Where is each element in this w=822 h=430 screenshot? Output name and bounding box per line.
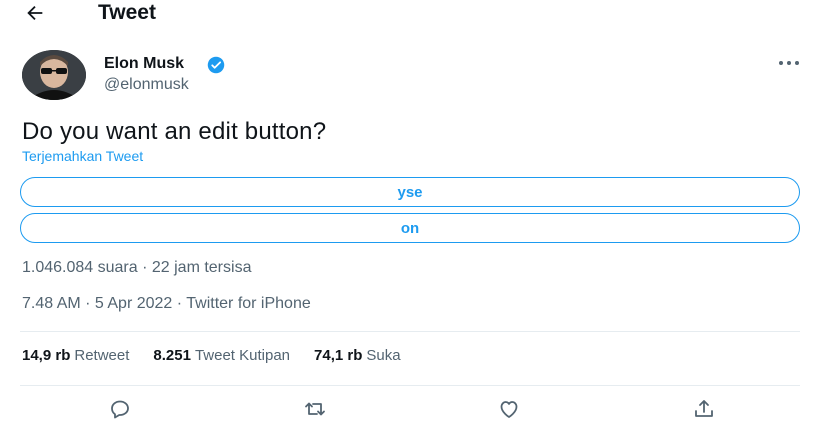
retweet-count[interactable]: 14,9 rb Retweet: [22, 347, 129, 364]
quote-tweet-count[interactable]: 8.251 Tweet Kutipan: [153, 347, 290, 364]
verified-badge-icon: [207, 56, 225, 74]
share-icon[interactable]: [691, 397, 717, 421]
poll-option-yse[interactable]: yse: [20, 177, 800, 207]
author-name[interactable]: Elon Musk: [104, 55, 184, 73]
author-handle[interactable]: @elonmusk: [104, 76, 189, 94]
poll-vote-count: 1.046.084 suara · 22 jam tersisa: [22, 259, 252, 276]
tweet-stats: 14,9 rb Retweet 8.251 Tweet Kutipan 74,1 r…: [22, 347, 401, 364]
divider: [20, 385, 800, 386]
tweet-text: Do you want an edit button?: [22, 118, 327, 145]
like-count[interactable]: 74,1 rb Suka: [314, 347, 401, 364]
header: Tweet: [0, 0, 822, 30]
more-options-icon[interactable]: [776, 56, 802, 70]
back-arrow-icon[interactable]: [24, 2, 46, 24]
poll-option-on[interactable]: on: [20, 213, 800, 243]
page-title: Tweet: [98, 1, 156, 24]
reply-icon[interactable]: [107, 397, 133, 421]
divider: [20, 331, 800, 332]
like-icon[interactable]: [496, 397, 522, 421]
tweet-timestamp[interactable]: 7.48 AM · 5 Apr 2022 · Twitter for iPhon…: [22, 295, 311, 313]
translate-tweet-link[interactable]: Terjemahkan Tweet: [22, 148, 143, 164]
retweet-icon[interactable]: [302, 397, 328, 421]
avatar[interactable]: [22, 50, 86, 100]
